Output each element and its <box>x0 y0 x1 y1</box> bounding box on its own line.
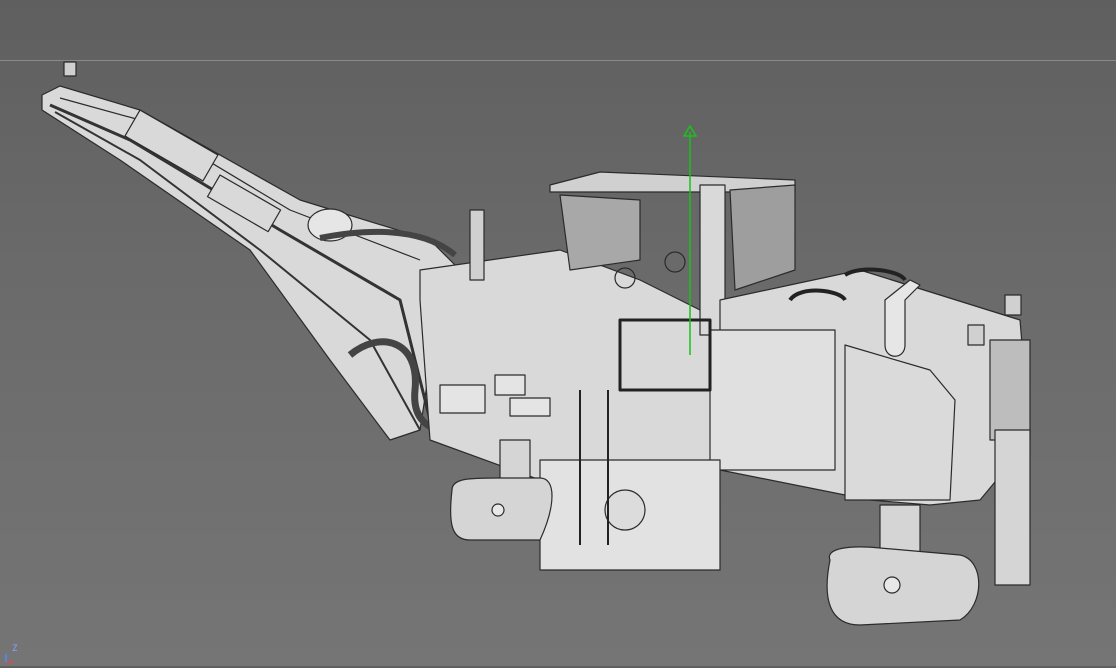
beacon-light-icon <box>63 61 77 77</box>
axis-z-label: Z <box>12 644 18 654</box>
3d-viewport[interactable]: Z <box>0 0 1116 666</box>
conveyor-belt <box>41 61 461 441</box>
beacon-light-icon <box>967 324 985 346</box>
road-milling-machine-model[interactable] <box>0 0 1116 666</box>
beacon-light-icon <box>1004 294 1022 316</box>
